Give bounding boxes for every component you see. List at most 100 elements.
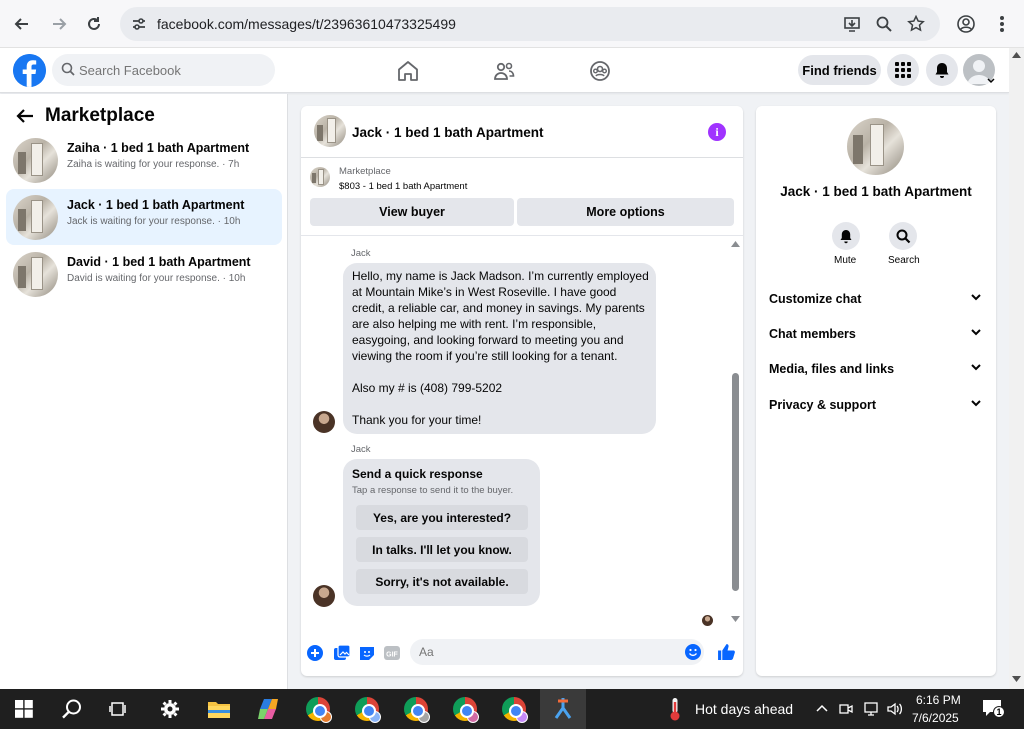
search-in-conversation-button[interactable]	[889, 222, 917, 250]
install-app-icon[interactable]	[842, 14, 862, 34]
section-label: Media, files and links	[769, 362, 895, 376]
address-bar[interactable]: facebook.com/messages/t/2396361047332549…	[120, 7, 940, 41]
tray-chevron-up-icon[interactable]	[816, 704, 828, 712]
conversation-subtitle: Zaiha is waiting for your response. · 7h	[67, 159, 240, 170]
chat-title[interactable]: Jack · 1 bed 1 bath Apartment	[352, 125, 544, 140]
browser-toolbar: facebook.com/messages/t/2396361047332549…	[0, 0, 1024, 48]
profile-icon[interactable]	[952, 10, 980, 38]
copilot-icon[interactable]	[255, 696, 281, 722]
chrome-profile-1-icon[interactable]	[305, 696, 332, 723]
chat-panel: Jack · 1 bed 1 bath Apartment i Marketpl…	[301, 106, 743, 676]
add-plus-icon[interactable]	[306, 644, 324, 662]
listing-thumbnail	[13, 138, 58, 183]
message-input-box[interactable]	[410, 639, 704, 665]
sender-avatar[interactable]	[313, 585, 335, 607]
message-line: are also helping me with rent. I’m respo…	[352, 317, 597, 331]
message-line	[352, 396, 647, 412]
conversation-item[interactable]: David · 1 bed 1 bath Apartment David is …	[6, 246, 282, 302]
weather-text[interactable]: Hot days ahead	[695, 701, 793, 717]
reload-icon[interactable]	[80, 10, 108, 38]
message-input[interactable]	[419, 639, 669, 665]
facebook-logo-icon[interactable]	[13, 54, 46, 87]
info-icon[interactable]: i	[708, 123, 726, 141]
network-icon[interactable]	[862, 701, 880, 717]
sticker-icon[interactable]	[358, 644, 376, 662]
mute-label: Mute	[834, 255, 857, 266]
forward-icon[interactable]	[45, 10, 73, 38]
search-icon	[61, 62, 75, 76]
quick-response-card: Send a quick response Tap a response to …	[343, 459, 540, 606]
page-scrollbar[interactable]	[1009, 48, 1024, 689]
quick-response-yes-button[interactable]: Yes, are you interested?	[356, 505, 528, 530]
chrome-profile-5-icon[interactable]	[501, 696, 528, 723]
python-app-icon[interactable]	[550, 696, 576, 722]
meet-now-icon[interactable]	[839, 701, 853, 717]
more-options-button[interactable]: More options	[517, 198, 734, 226]
search-icon	[896, 229, 910, 243]
seen-avatar	[702, 615, 713, 626]
mute-button[interactable]	[832, 222, 860, 250]
find-friends-button[interactable]: Find friends	[798, 55, 881, 85]
message-line: easygoing, and looking forward to meetin…	[352, 333, 624, 347]
chrome-profile-4-icon[interactable]	[452, 696, 479, 723]
zoom-icon[interactable]	[874, 14, 894, 34]
back-icon[interactable]	[8, 10, 36, 38]
windows-start-icon[interactable]	[11, 696, 37, 722]
message-line: Also my # is (408) 799-5202	[352, 381, 503, 395]
svg-text:GIF: GIF	[386, 652, 398, 659]
conversation-info-panel: Jack · 1 bed 1 bath Apartment Mute Searc…	[756, 106, 996, 676]
message-bubble: Hello, my name is Jack Madson. I’m curre…	[343, 263, 656, 434]
friends-icon[interactable]	[492, 59, 516, 83]
message-line: viewing the room if you’re still looking…	[352, 349, 618, 363]
privacy-support-section[interactable]: Privacy & support	[769, 398, 983, 418]
listing-summary[interactable]: Marketplace $803 - 1 bed 1 bath Apartmen…	[301, 158, 743, 198]
section-label: Chat members	[769, 327, 856, 341]
chat-members-section[interactable]: Chat members	[769, 327, 983, 347]
sender-avatar[interactable]	[313, 411, 335, 433]
emoji-icon[interactable]	[685, 644, 701, 660]
info-listing-thumbnail[interactable]	[847, 118, 904, 175]
photo-icon[interactable]	[333, 644, 351, 662]
volume-icon[interactable]	[886, 701, 904, 717]
site-settings-icon[interactable]	[130, 15, 148, 33]
conversation-title: David · 1 bed 1 bath Apartment	[67, 255, 251, 269]
account-chevron-icon[interactable]	[987, 78, 995, 84]
media-files-links-section[interactable]: Media, files and links	[769, 362, 983, 382]
chrome-profile-2-icon[interactable]	[354, 696, 381, 723]
back-arrow-icon[interactable]	[16, 108, 34, 124]
message-line: Thank you for your time!	[352, 413, 482, 427]
bookmark-star-icon[interactable]	[906, 14, 926, 34]
view-buyer-button[interactable]: View buyer	[310, 198, 514, 226]
groups-icon[interactable]	[588, 59, 612, 83]
customize-chat-section[interactable]: Customize chat	[769, 292, 983, 312]
chrome-profile-3-icon[interactable]	[403, 696, 430, 723]
section-label: Customize chat	[769, 292, 862, 306]
message-line: credit, a reliable car, and money in sav…	[352, 301, 645, 315]
browser-menu-icon[interactable]	[988, 10, 1016, 38]
task-view-icon[interactable]	[106, 696, 132, 722]
conversation-subtitle: Jack is waiting for your response. · 10h	[67, 216, 241, 227]
gif-icon[interactable]: GIF	[383, 644, 401, 662]
chat-listing-thumbnail[interactable]	[314, 115, 346, 147]
clock-time[interactable]: 6:16 PM	[916, 693, 961, 707]
home-icon[interactable]	[396, 59, 420, 83]
notification-count-badge: 1	[993, 706, 1005, 718]
settings-gear-icon[interactable]	[157, 696, 183, 722]
marketplace-title: Marketplace	[45, 105, 155, 126]
conversation-item-active[interactable]: Jack · 1 bed 1 bath Apartment Jack is wa…	[6, 189, 282, 245]
bell-icon	[840, 229, 852, 243]
quick-response-not-available-button[interactable]: Sorry, it's not available.	[356, 569, 528, 594]
taskbar-search-icon[interactable]	[59, 696, 85, 722]
quick-response-in-talks-button[interactable]: In talks. I'll let you know.	[356, 537, 528, 562]
clock-date[interactable]: 7/6/2025	[912, 711, 959, 725]
like-thumb-icon[interactable]	[717, 642, 736, 661]
notifications-bell-icon[interactable]	[926, 54, 958, 86]
conversation-item[interactable]: Zaiha · 1 bed 1 bath Apartment Zaiha is …	[6, 132, 282, 188]
windows-taskbar: Hot days ahead 6:16 PM 7/6/2025 1	[0, 689, 1024, 729]
file-explorer-icon[interactable]	[206, 696, 232, 722]
menu-grid-icon[interactable]	[887, 54, 919, 86]
search-input[interactable]	[79, 54, 269, 86]
chat-scroll-thumb[interactable]	[732, 373, 739, 591]
notification-center-icon[interactable]: 1	[982, 699, 1005, 718]
facebook-search[interactable]	[52, 54, 275, 86]
